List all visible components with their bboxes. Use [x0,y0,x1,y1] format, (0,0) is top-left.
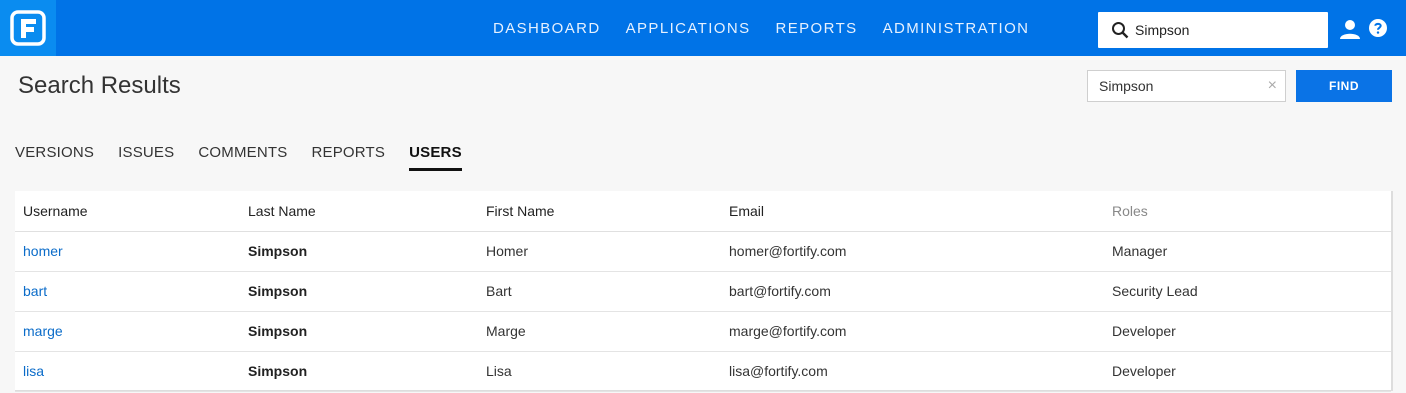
search-icon[interactable] [1111,21,1129,44]
last-name-cell: Simpson [240,311,478,352]
role-cell: Manager [1104,231,1391,272]
table-row: marge Simpson Marge marge@fortify.com De… [15,311,1391,352]
email-cell: bart@fortify.com [721,271,1104,312]
find-button[interactable]: FIND [1296,70,1392,102]
first-name-cell: Marge [478,311,721,352]
global-search [1098,12,1328,48]
nav-reports[interactable]: REPORTS [776,20,858,37]
column-header-username[interactable]: Username [15,191,240,232]
role-cell: Developer [1104,351,1391,392]
tab-versions[interactable]: VERSIONS [15,144,94,171]
last-name-cell: Simpson [240,351,478,392]
table-header-row: Username Last Name First Name Email Role… [15,191,1391,232]
result-tabs: VERSIONS ISSUES COMMENTS REPORTS USERS [15,144,486,171]
tab-reports[interactable]: REPORTS [311,144,385,171]
last-name-cell: Simpson [240,231,478,272]
email-cell: marge@fortify.com [721,311,1104,352]
first-name-cell: Bart [478,271,721,312]
help-icon[interactable] [1369,19,1387,42]
role-cell: Developer [1104,311,1391,352]
email-cell: lisa@fortify.com [721,351,1104,392]
column-header-first-name[interactable]: First Name [478,191,721,232]
top-nav-bar: DASHBOARD APPLICATIONS REPORTS ADMINISTR… [0,0,1406,56]
first-name-cell: Homer [478,231,721,272]
main-nav: DASHBOARD APPLICATIONS REPORTS ADMINISTR… [493,0,1054,56]
table-row: bart Simpson Bart bart@fortify.com Secur… [15,271,1391,312]
global-search-input[interactable] [1135,12,1320,48]
search-input[interactable] [1099,71,1259,101]
username-link[interactable]: homer [23,243,63,259]
tab-comments[interactable]: COMMENTS [198,144,287,171]
users-table: Username Last Name First Name Email Role… [15,191,1393,392]
role-cell: Security Lead [1104,271,1391,312]
tab-users[interactable]: USERS [409,144,462,171]
search-field: × [1087,70,1286,102]
clear-icon[interactable]: × [1268,77,1277,95]
page-title: Search Results [18,72,181,99]
fortify-logo-icon[interactable] [0,0,56,56]
nav-applications[interactable]: APPLICATIONS [626,20,751,37]
username-link[interactable]: marge [23,323,63,339]
username-link[interactable]: bart [23,283,47,299]
last-name-cell: Simpson [240,271,478,312]
nav-dashboard[interactable]: DASHBOARD [493,20,601,37]
nav-administration[interactable]: ADMINISTRATION [883,20,1030,37]
column-header-roles: Roles [1104,191,1391,232]
tab-issues[interactable]: ISSUES [118,144,174,171]
column-header-last-name[interactable]: Last Name [240,191,478,232]
user-icon[interactable] [1339,18,1361,45]
table-row: lisa Simpson Lisa lisa@fortify.com Devel… [15,351,1391,392]
column-header-email[interactable]: Email [721,191,1104,232]
first-name-cell: Lisa [478,351,721,392]
username-link[interactable]: lisa [23,363,44,379]
email-cell: homer@fortify.com [721,231,1104,272]
table-row: homer Simpson Homer homer@fortify.com Ma… [15,231,1391,272]
